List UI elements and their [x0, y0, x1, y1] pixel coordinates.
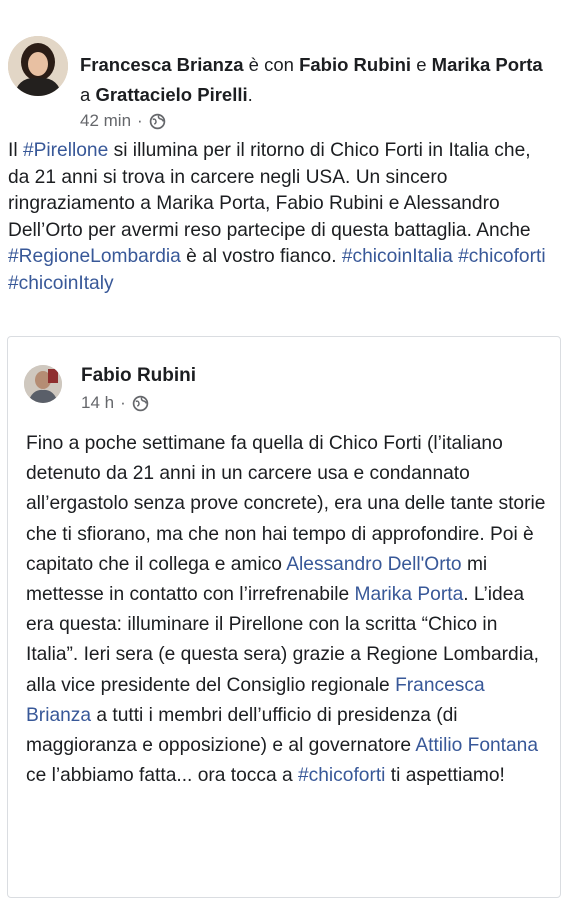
- shared-body: Fino a poche settimane fa quella di Chic…: [26, 429, 551, 791]
- meta-dot: ·: [120, 393, 126, 412]
- with-text: è con: [243, 54, 300, 75]
- mention-alessandro-dellorto[interactable]: Alessandro Dell'Orto: [286, 554, 461, 575]
- shared-post[interactable]: Fabio Rubini 14 h · Fino a poche settima…: [7, 336, 561, 898]
- hashtag-pirellone[interactable]: #Pirellone: [23, 140, 108, 161]
- location-link[interactable]: Grattacielo Pirelli: [95, 84, 247, 105]
- tagged-person-2[interactable]: Marika Porta: [432, 54, 543, 75]
- tagged-person-1[interactable]: Fabio Rubini: [299, 54, 411, 75]
- shared-text-part: ce l’abbiamo fatta... ora tocca a: [26, 765, 298, 787]
- mention-marika-porta[interactable]: Marika Porta: [354, 584, 463, 605]
- author-avatar[interactable]: [8, 36, 68, 96]
- mention-attilio-fontana[interactable]: Attilio Fontana: [415, 735, 538, 756]
- period: .: [247, 84, 253, 105]
- globe-icon: [149, 113, 166, 130]
- author-name[interactable]: Francesca Brianza: [80, 54, 244, 75]
- post-body: Il #Pirellone si illumina per il ritorno…: [8, 138, 556, 297]
- post-text-part: è al vostro fianco.: [180, 246, 342, 267]
- globe-icon: [132, 395, 149, 412]
- top-edge: [0, 0, 563, 10]
- shared-time[interactable]: 14 h: [81, 393, 114, 413]
- shared-author-avatar[interactable]: [24, 365, 62, 403]
- shared-author-name[interactable]: Fabio Rubini: [81, 365, 196, 387]
- hashtag-regionelombardia[interactable]: #RegioneLombardia: [8, 246, 181, 267]
- and-text: e: [411, 54, 432, 75]
- post-text-part: Il: [8, 140, 23, 161]
- meta-dot: ·: [137, 111, 143, 130]
- post-title-line: Francesca Brianza è con Fabio Rubini e M…: [80, 50, 550, 110]
- hashtag-chicoinitaly[interactable]: #chicoinItaly: [8, 273, 114, 294]
- hashtag-chicoforti[interactable]: #chicoforti: [458, 246, 545, 267]
- shared-meta: 14 h ·: [81, 393, 149, 413]
- at-text: a: [80, 84, 96, 105]
- post-time[interactable]: 42 min: [80, 111, 131, 131]
- hashtag-chicoforti-shared[interactable]: #chicoforti: [298, 765, 385, 786]
- post-meta: 42 min ·: [80, 111, 166, 131]
- shared-text-part: a tutti i membri dell’ufficio di preside…: [26, 704, 458, 757]
- hashtag-chicoinitalia[interactable]: #chicoinItalia: [342, 246, 453, 267]
- post-header: Francesca Brianza è con Fabio Rubini e M…: [0, 10, 563, 130]
- shared-text-part: ti aspettiamo!: [385, 765, 505, 787]
